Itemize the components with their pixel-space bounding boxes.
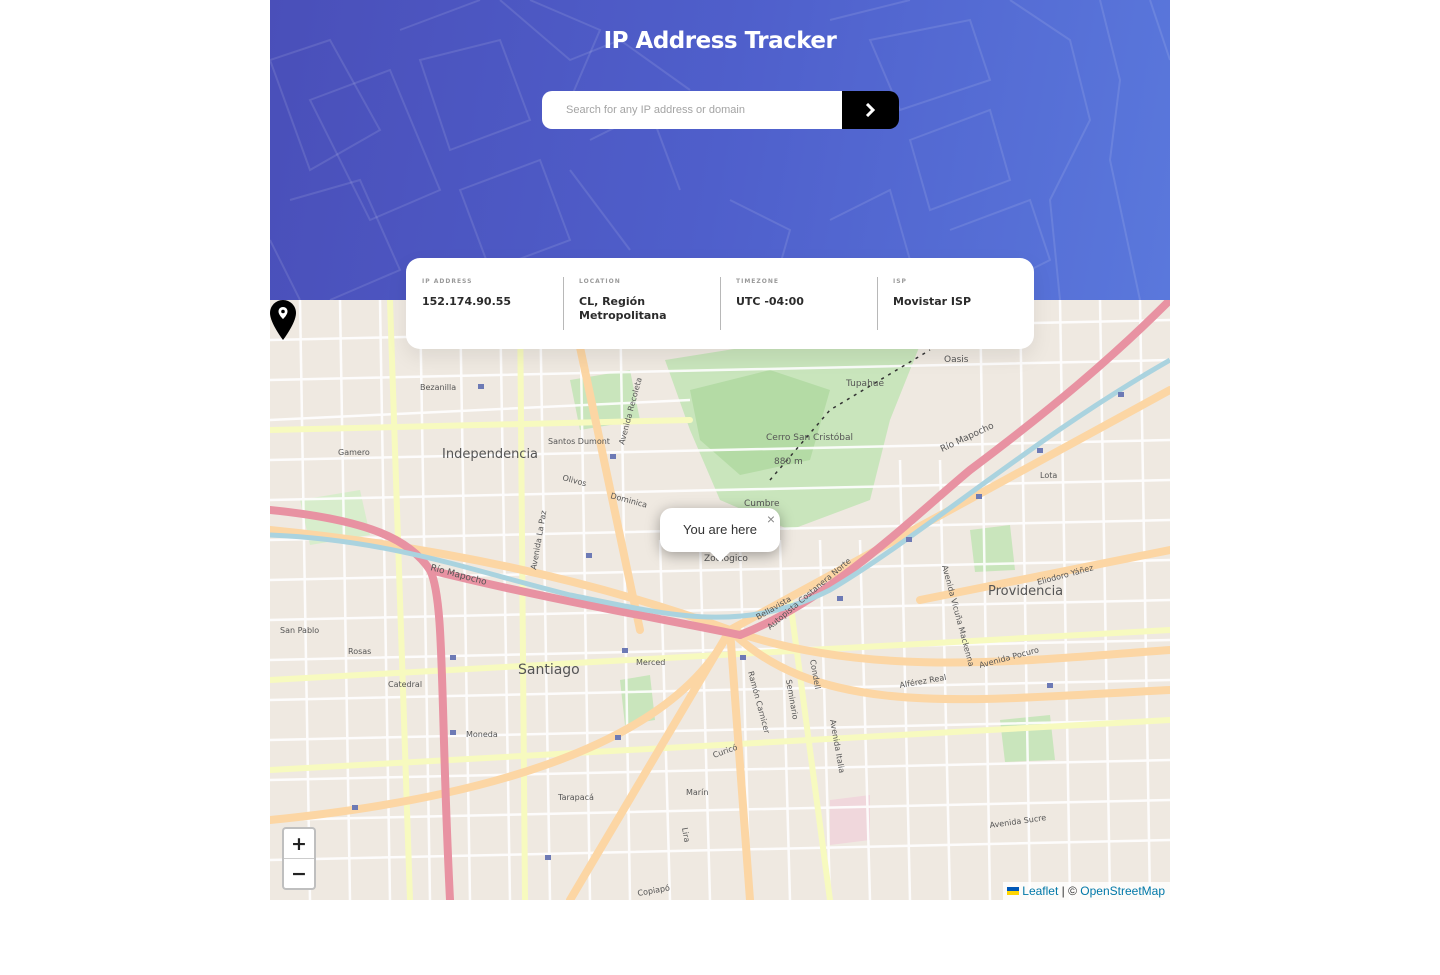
page-title: IP Address Tracker [603,28,837,54]
search-input[interactable] [542,91,842,129]
stat-isp: ISP Movistar ISP [877,277,1034,330]
map-label: Oasis [944,355,969,365]
ukraine-flag-icon [1007,887,1020,895]
map-label: Tarapacá [557,793,594,802]
map-label: Moneda [466,730,498,739]
close-icon[interactable]: × [767,511,775,527]
map-label: Catedral [388,680,422,689]
stat-location: LOCATION CL, Región Metropolitana [563,277,720,330]
chevron-right-icon [865,103,876,117]
map-label: Bezanilla [420,383,456,392]
map-label: Tupahue [845,379,884,389]
openstreetmap-link[interactable]: OpenStreetMap [1080,884,1165,898]
stat-value: CL, Región Metropolitana [579,295,667,322]
map-label: 880 m [774,457,803,467]
search-form [542,91,899,129]
attribution-separator: | © [1058,884,1081,898]
map-label: Gamero [338,448,370,457]
map[interactable]: Independencia Santiago Providencia Cerro… [270,300,1170,900]
stat-ip-address: IP ADDRESS 152.174.90.55 [406,278,563,330]
location-popup: You are here × [660,508,780,552]
stat-timezone: TIMEZONE UTC -04:00 [720,277,877,330]
map-label: Cerro San Cristóbal [766,432,853,443]
zoom-out-button[interactable]: − [284,858,314,888]
location-pin-icon[interactable] [270,300,296,340]
map-label: Providencia [988,584,1063,599]
map-attribution: Leaflet | © OpenStreetMap [1003,882,1170,900]
leaflet-link[interactable]: Leaflet [1022,884,1058,898]
stat-label: IP ADDRESS [422,278,473,285]
stat-label: ISP [893,278,907,285]
map-label: Lota [1040,471,1057,480]
ip-info-card: IP ADDRESS 152.174.90.55 LOCATION CL, Re… [406,258,1034,349]
map-label: Santiago [518,662,580,678]
map-label: Independencia [442,447,538,462]
map-label: San Pablo [280,626,319,635]
stat-value: 152.174.90.55 [422,295,512,308]
stat-label: TIMEZONE [736,278,779,285]
map-label: Marín [686,788,708,797]
stat-value: Movistar ISP [893,295,972,308]
hero-header: IP Address Tracker [270,0,1170,300]
stat-label: LOCATION [579,278,621,285]
app: IP Address Tracker IP ADDRESS 152.174.90… [270,0,1170,900]
popup-text: You are here [683,522,757,537]
map-label: Rosas [348,647,371,656]
zoom-control: + − [282,827,316,890]
map-tiles[interactable]: Independencia Santiago Providencia Cerro… [270,300,1170,900]
map-label: Merced [636,658,665,667]
map-label: Santos Dumont [548,437,610,446]
zoom-in-button[interactable]: + [284,829,314,858]
search-submit-button[interactable] [842,91,899,129]
stat-value: UTC -04:00 [736,295,804,308]
